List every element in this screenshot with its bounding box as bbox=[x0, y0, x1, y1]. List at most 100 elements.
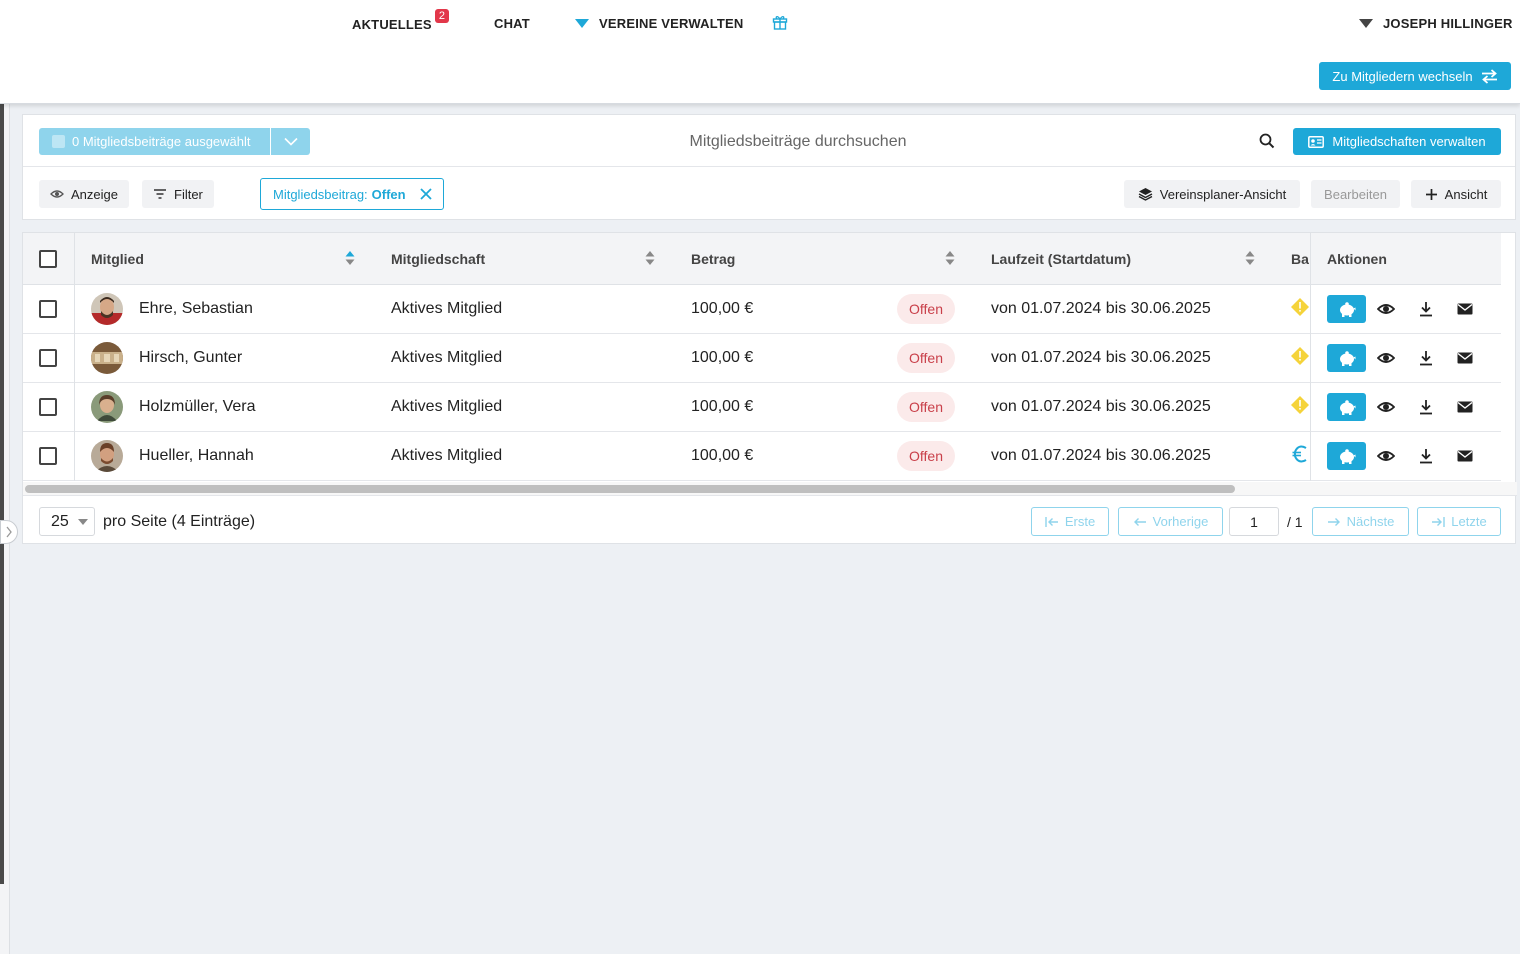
column-header-amount: Betrag bbox=[691, 251, 736, 267]
row-checkbox[interactable] bbox=[39, 300, 57, 318]
previous-page-button[interactable]: Vorherige bbox=[1118, 507, 1223, 536]
sidebar-expand-toggle[interactable] bbox=[0, 520, 18, 544]
selection-dropdown-button[interactable] bbox=[271, 128, 310, 155]
sort-icon[interactable] bbox=[645, 250, 655, 266]
first-page-button[interactable]: Erste bbox=[1031, 507, 1109, 536]
sidebar-edge bbox=[0, 104, 4, 884]
member-name[interactable]: Hirsch, Gunter bbox=[139, 349, 242, 367]
active-filter-tag[interactable]: Mitgliedsbeitrag: Offen bbox=[260, 178, 444, 210]
mail-icon[interactable] bbox=[1456, 398, 1474, 416]
close-icon[interactable] bbox=[419, 187, 433, 201]
avatar[interactable] bbox=[91, 342, 123, 374]
table-row: Hueller, Hannah Aktives Mitglied 100,00 … bbox=[23, 432, 1501, 481]
sort-icon[interactable] bbox=[945, 250, 955, 266]
record-payment-button[interactable] bbox=[1327, 295, 1366, 323]
gift-icon[interactable] bbox=[772, 14, 788, 30]
member-name[interactable]: Hueller, Hannah bbox=[139, 447, 254, 465]
last-page-button[interactable]: Letzte bbox=[1417, 507, 1501, 536]
next-page-button[interactable]: Nächste bbox=[1312, 507, 1409, 536]
search-icon[interactable] bbox=[1259, 133, 1275, 149]
member-name[interactable]: Holzmüller, Vera bbox=[139, 398, 256, 416]
filter-tag-key: Mitgliedsbeitrag: bbox=[273, 186, 368, 202]
manage-memberships-label: Mitgliedschaften verwalten bbox=[1332, 134, 1486, 149]
sort-icon[interactable] bbox=[1245, 250, 1255, 266]
warning-icon[interactable] bbox=[1291, 347, 1309, 365]
record-payment-button[interactable] bbox=[1327, 393, 1366, 421]
eye-icon[interactable] bbox=[1377, 300, 1395, 318]
switch-to-members-label: Zu Mitgliedern wechseln bbox=[1332, 68, 1473, 84]
member-name[interactable]: Ehre, Sebastian bbox=[139, 300, 253, 318]
view-display-button[interactable]: Anzeige bbox=[39, 180, 129, 208]
mail-icon[interactable] bbox=[1456, 300, 1474, 318]
select-all-checkbox-icon bbox=[52, 135, 65, 148]
per-page-value: 25 bbox=[51, 512, 69, 530]
download-icon[interactable] bbox=[1417, 300, 1435, 318]
arrow-left-icon bbox=[1133, 517, 1146, 526]
warning-icon[interactable] bbox=[1291, 298, 1309, 316]
fee-amount: 100,00 € bbox=[691, 398, 754, 415]
download-icon[interactable] bbox=[1417, 398, 1435, 416]
per-page-label: pro Seite (4 Einträge) bbox=[103, 513, 256, 530]
mail-icon[interactable] bbox=[1456, 447, 1474, 465]
record-payment-button[interactable] bbox=[1327, 344, 1366, 372]
nav-news[interactable]: AKTUELLES 2 bbox=[352, 8, 450, 32]
row-checkbox[interactable] bbox=[39, 398, 57, 416]
membership-period: von 01.07.2024 bis 30.06.2025 bbox=[991, 447, 1211, 464]
planner-view-button[interactable]: Vereinsplaner-Ansicht bbox=[1124, 180, 1300, 208]
top-header: AKTUELLES 2 CHAT VEREINE VERWALTEN JOSEP… bbox=[0, 0, 1520, 104]
chevron-down-icon bbox=[283, 137, 298, 146]
search-input[interactable] bbox=[343, 128, 1253, 155]
nav-manage-clubs[interactable]: VEREINE VERWALTEN bbox=[575, 16, 744, 31]
avatar[interactable] bbox=[91, 440, 123, 472]
column-divider bbox=[1310, 432, 1311, 481]
filter-button[interactable]: Filter bbox=[142, 180, 214, 208]
plus-icon bbox=[1425, 188, 1437, 200]
previous-page-label: Vorherige bbox=[1152, 514, 1209, 529]
row-checkbox[interactable] bbox=[39, 447, 57, 465]
row-checkbox[interactable] bbox=[39, 349, 57, 367]
euro-icon[interactable] bbox=[1291, 445, 1309, 463]
edit-view-button[interactable]: Bearbeiten bbox=[1311, 180, 1400, 208]
add-view-button[interactable]: Ansicht bbox=[1411, 180, 1501, 208]
page-total: / 1 bbox=[1287, 514, 1303, 530]
column-divider bbox=[1310, 334, 1311, 383]
avatar[interactable] bbox=[91, 391, 123, 423]
mail-icon[interactable] bbox=[1456, 349, 1474, 367]
column-header-period: Laufzeit (Startdatum) bbox=[991, 251, 1131, 267]
page-number-input[interactable] bbox=[1229, 507, 1279, 536]
nav-manage-clubs-label: VEREINE VERWALTEN bbox=[599, 16, 744, 31]
record-payment-button[interactable] bbox=[1327, 442, 1366, 470]
horizontal-scrollbar[interactable] bbox=[25, 485, 1235, 493]
sort-icon[interactable] bbox=[345, 250, 355, 266]
caret-down-icon bbox=[77, 518, 88, 525]
eye-icon[interactable] bbox=[1377, 447, 1395, 465]
eye-icon[interactable] bbox=[1377, 349, 1395, 367]
chevron-right-icon bbox=[6, 526, 12, 538]
fee-amount: 100,00 € bbox=[691, 349, 754, 366]
manage-memberships-button[interactable]: Mitgliedschaften verwalten bbox=[1293, 128, 1501, 155]
membership-type: Aktives Mitglied bbox=[391, 300, 503, 317]
per-page-select[interactable]: 25 bbox=[39, 507, 95, 536]
status-label: Offen bbox=[909, 399, 943, 415]
avatar-image bbox=[91, 391, 123, 423]
warning-icon[interactable] bbox=[1291, 396, 1309, 414]
table-row: Ehre, Sebastian Aktives Mitglied 100,00 … bbox=[23, 285, 1501, 334]
nav-chat-label: CHAT bbox=[494, 16, 530, 31]
download-icon[interactable] bbox=[1417, 349, 1435, 367]
status-label: Offen bbox=[909, 350, 943, 366]
nav-chat[interactable]: CHAT bbox=[494, 16, 530, 31]
column-header-member: Mitglied bbox=[91, 251, 144, 267]
switch-to-members-button[interactable]: Zu Mitgliedern wechseln bbox=[1319, 62, 1511, 90]
avatar-image bbox=[91, 440, 123, 472]
avatar[interactable] bbox=[91, 293, 123, 325]
column-divider bbox=[1310, 285, 1311, 334]
news-count-badge: 2 bbox=[434, 8, 450, 23]
eye-icon[interactable] bbox=[1377, 398, 1395, 416]
table-header: Mitglied Mitgliedschaft Betrag Laufzeit … bbox=[23, 233, 1501, 285]
select-all-checkbox[interactable] bbox=[39, 250, 57, 268]
user-menu[interactable]: JOSEPH HILLINGER bbox=[1359, 16, 1513, 31]
download-icon[interactable] bbox=[1417, 447, 1435, 465]
caret-down-icon bbox=[575, 19, 589, 28]
arrow-right-icon bbox=[1327, 517, 1340, 526]
selection-button[interactable]: 0 Mitgliedsbeiträge ausgewählt bbox=[39, 128, 270, 155]
